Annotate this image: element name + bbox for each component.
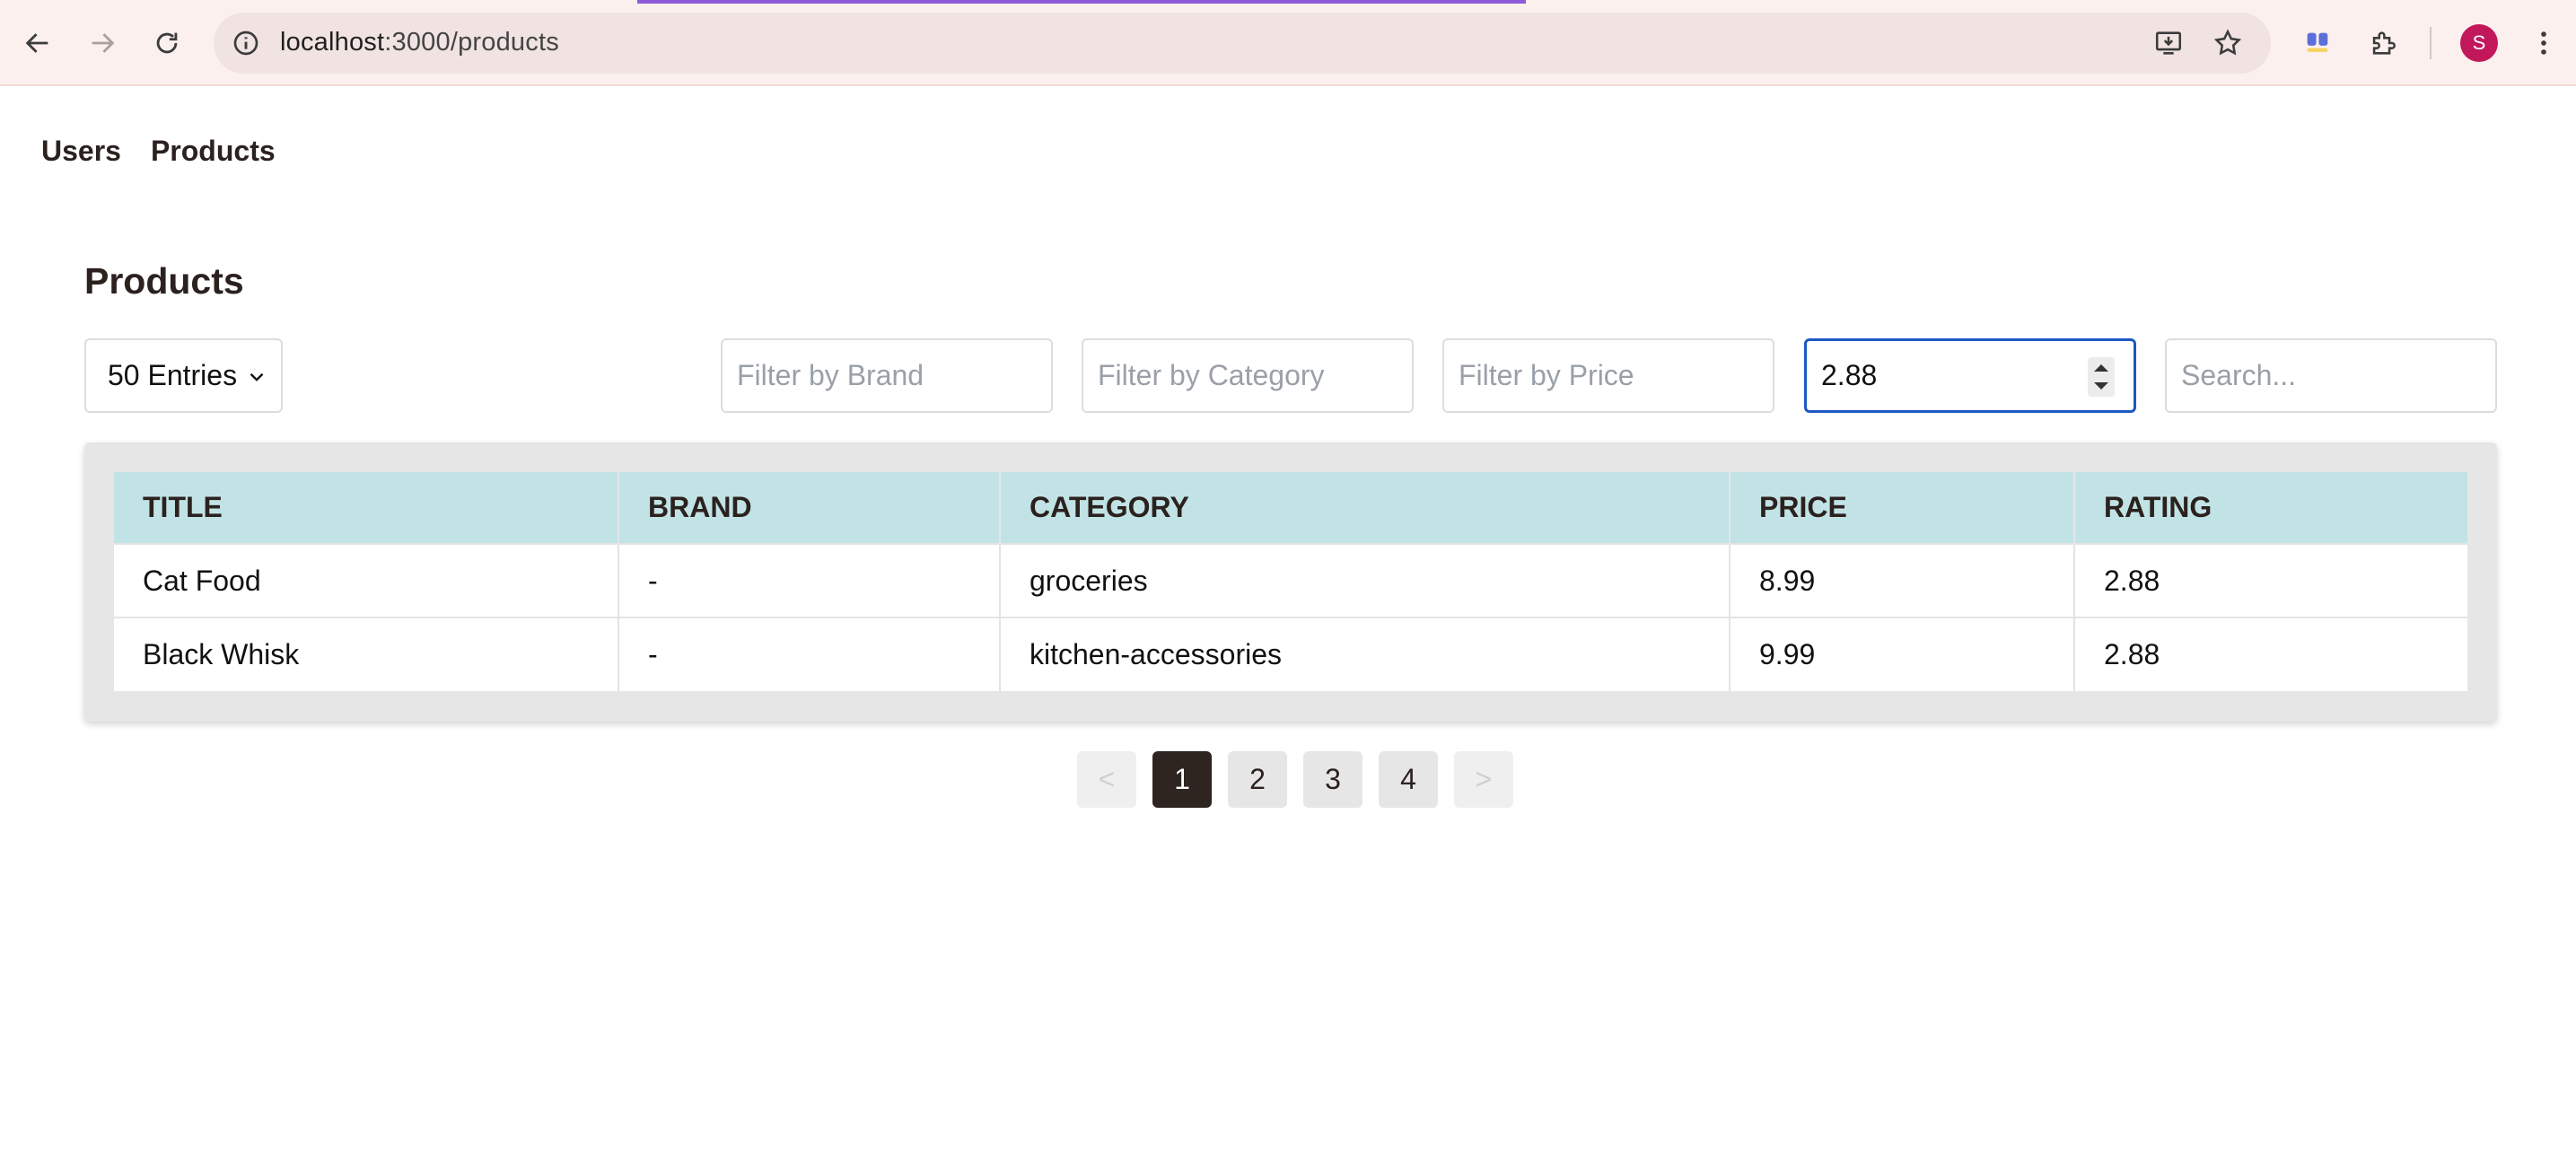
more-menu-icon[interactable] [2524,23,2563,63]
bookmark-star-icon[interactable] [2210,25,2246,61]
prev-page-button[interactable]: < [1077,751,1136,808]
back-icon[interactable] [18,23,57,63]
entries-select[interactable]: 50 Entries [84,338,283,413]
cell-brand: - [618,543,1000,617]
toolbar-divider [2430,27,2431,59]
filter-rating-input[interactable] [1804,338,2136,413]
url-text: localhost:3000/products [280,28,559,57]
reload-icon[interactable] [147,23,187,63]
filter-brand-input[interactable] [721,338,1053,413]
products-table: TITLE BRAND CATEGORY PRICE RATING Cat Fo… [114,472,2467,691]
extension-icon[interactable] [2298,23,2337,63]
cell-rating: 2.88 [2073,617,2467,691]
next-page-button[interactable]: > [1454,751,1513,808]
rating-stepper[interactable] [2088,357,2115,397]
loading-progress-bar [637,0,1526,4]
nav-link-products[interactable]: Products [151,135,276,168]
column-header-rating[interactable]: RATING [2073,472,2467,544]
cell-category: kitchen-accessories [999,617,1730,691]
browser-toolbar: localhost:3000/products S [0,0,2576,86]
column-header-price[interactable]: PRICE [1729,472,2074,544]
filter-category-input[interactable] [1082,338,1414,413]
cell-category: groceries [999,543,1730,617]
page-button-2[interactable]: 2 [1228,751,1287,808]
table-row[interactable]: Black Whisk - kitchen-accessories 9.99 2… [114,617,2467,691]
cell-price: 8.99 [1729,543,2074,617]
column-header-category[interactable]: CATEGORY [999,472,1730,544]
page-title: Products [84,260,244,302]
stepper-up-icon[interactable] [2094,364,2108,372]
chevron-down-icon [250,372,264,381]
cell-rating: 2.88 [2073,543,2467,617]
filter-price-input[interactable] [1442,338,1774,413]
products-table-card: TITLE BRAND CATEGORY PRICE RATING Cat Fo… [84,442,2497,722]
forward-icon[interactable] [83,23,122,63]
url-host: localhost [280,28,385,57]
cell-brand: - [618,617,1000,691]
entries-select-value: 50 Entries [108,359,238,391]
table-row[interactable]: Cat Food - groceries 8.99 2.88 [114,543,2467,617]
page-button-3[interactable]: 3 [1303,751,1362,808]
page-button-1[interactable]: 1 [1152,751,1212,808]
avatar[interactable]: S [2460,24,2498,62]
address-bar[interactable]: localhost:3000/products [214,13,2271,74]
search-input[interactable] [2165,338,2497,413]
cell-title: Cat Food [114,543,618,617]
site-info-icon[interactable] [228,25,264,61]
cell-price: 9.99 [1729,617,2074,691]
nav-link-users[interactable]: Users [41,135,121,168]
pagination: < 1 2 3 4 > [1077,751,1513,808]
stepper-down-icon[interactable] [2094,382,2108,390]
table-header-row: TITLE BRAND CATEGORY PRICE RATING [114,472,2467,544]
puzzle-icon[interactable] [2363,23,2403,63]
column-header-brand[interactable]: BRAND [618,472,1000,544]
column-header-title[interactable]: TITLE [114,472,618,544]
cell-title: Black Whisk [114,617,618,691]
page-button-4[interactable]: 4 [1379,751,1438,808]
install-app-icon[interactable] [2151,25,2186,61]
top-nav: Users Products [41,135,276,168]
url-path: :3000/products [384,28,559,57]
